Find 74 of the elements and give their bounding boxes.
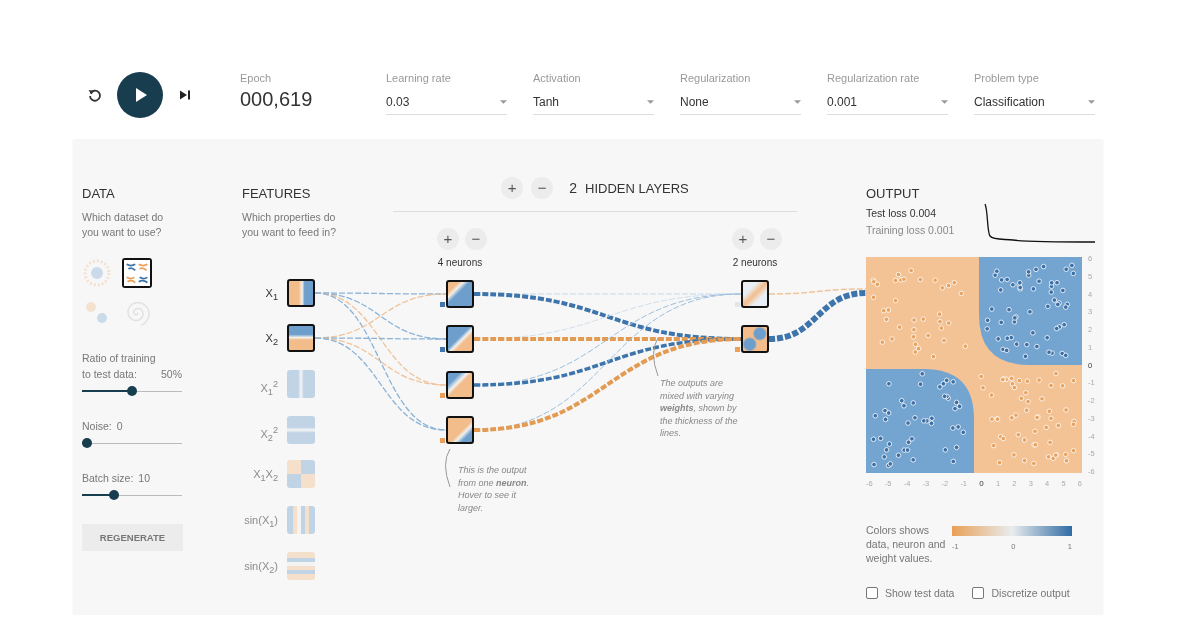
slider-thumb[interactable] xyxy=(109,490,119,500)
checkbox-label: Show test data xyxy=(885,587,955,599)
slider-thumb[interactable] xyxy=(127,386,137,396)
neuron-node[interactable] xyxy=(446,325,474,353)
dropdown-label: Learning rate xyxy=(386,72,452,84)
caret-icon xyxy=(1088,100,1095,104)
feature-node[interactable] xyxy=(287,324,315,352)
epoch-counter: 000,619 xyxy=(240,88,314,111)
test-loss: Test loss 0.004 xyxy=(866,206,938,221)
neuron-node[interactable] xyxy=(741,280,769,308)
dropdown-label: Problem type xyxy=(974,72,1040,84)
dataset-thumbnail[interactable] xyxy=(122,258,152,288)
annotation-text: The outputs are mixed with varying weights, shown by the thickness of the lines. xyxy=(660,377,739,440)
slider-thumb[interactable] xyxy=(82,438,92,448)
feature-node[interactable] xyxy=(287,460,315,488)
regenerate-button[interactable]: REGENERATE xyxy=(82,524,183,551)
slider-value: 0 xyxy=(116,419,123,434)
feature-node[interactable] xyxy=(287,552,315,580)
training-loss: Training loss 0.001 xyxy=(866,223,956,238)
dropdown-select[interactable]: Tanh xyxy=(533,95,654,115)
checkbox-label: Discretize output xyxy=(991,587,1070,599)
feature-node[interactable] xyxy=(287,370,315,398)
slider-label: Noise: xyxy=(82,419,112,434)
section-title: FEATURES xyxy=(242,186,312,201)
section-title: OUTPUT xyxy=(866,186,921,201)
annotation-text: This is the output from one neuron. Hover to see it larger. xyxy=(458,464,531,514)
feature-node[interactable] xyxy=(287,506,315,534)
feature-label: X$_{1}$X$_{2}$ xyxy=(253,467,278,486)
neuron-node[interactable] xyxy=(446,371,474,399)
checkbox[interactable] xyxy=(866,587,878,599)
epoch-label: Epoch xyxy=(240,72,273,84)
reset-icon[interactable] xyxy=(87,87,103,103)
section-description: Which properties do you want to feed in? xyxy=(242,210,337,240)
legend-text: Colors shows data, neuron and weight values. xyxy=(866,523,947,565)
feature-label: sin(X$_{2}$) xyxy=(244,559,278,578)
neuron-node[interactable] xyxy=(741,325,769,353)
caret-icon xyxy=(941,100,948,104)
add-layer-button[interactable]: + xyxy=(501,177,524,199)
step-icon[interactable] xyxy=(179,89,191,101)
checkbox[interactable] xyxy=(972,587,985,599)
dropdown-select[interactable]: Classification xyxy=(974,95,1095,115)
feature-label: sin(X$_{1}$) xyxy=(244,513,278,532)
dropdown-select[interactable]: 0.03 xyxy=(386,95,507,115)
dropdown-select[interactable]: None xyxy=(680,95,801,115)
neuron-count: 2 neurons xyxy=(731,257,779,268)
feature-node[interactable] xyxy=(287,279,315,307)
neuron-node[interactable] xyxy=(446,416,474,444)
dropdown-label: Regularization rate xyxy=(827,72,921,84)
remove-neuron-button[interactable]: − xyxy=(760,228,782,250)
dropdown-label: Regularization xyxy=(680,72,752,84)
layer-count: 2 xyxy=(569,180,577,196)
slider-label: Batch size: xyxy=(82,471,134,486)
slider-value: 10 xyxy=(138,471,151,486)
feature-label: X$_{1}$ xyxy=(265,286,278,305)
play-button[interactable] xyxy=(117,72,163,118)
caret-icon xyxy=(500,100,507,104)
axis-tick-label: 0 xyxy=(979,479,984,488)
section-description: Which dataset do you want to use? xyxy=(82,210,165,240)
section-title: DATA xyxy=(82,186,116,201)
remove-layer-button[interactable]: − xyxy=(531,177,554,199)
slider-label: Ratio of training to test data: xyxy=(82,351,156,382)
remove-neuron-button[interactable]: − xyxy=(465,228,487,250)
section-title: HIDDEN LAYERS xyxy=(585,180,689,196)
add-neuron-button[interactable]: + xyxy=(437,228,459,250)
dropdown-label: Activation xyxy=(533,72,582,84)
slider-value: 50% xyxy=(161,367,182,382)
feature-label: X$_{2}$ xyxy=(265,331,278,350)
neuron-node[interactable] xyxy=(446,280,474,308)
caret-icon xyxy=(647,100,654,104)
neuron-count: 4 neurons xyxy=(436,257,484,268)
caret-icon xyxy=(794,100,801,104)
add-neuron-button[interactable]: + xyxy=(732,228,754,250)
dropdown-select[interactable]: 0.001 xyxy=(827,95,948,115)
feature-node[interactable] xyxy=(287,416,315,444)
